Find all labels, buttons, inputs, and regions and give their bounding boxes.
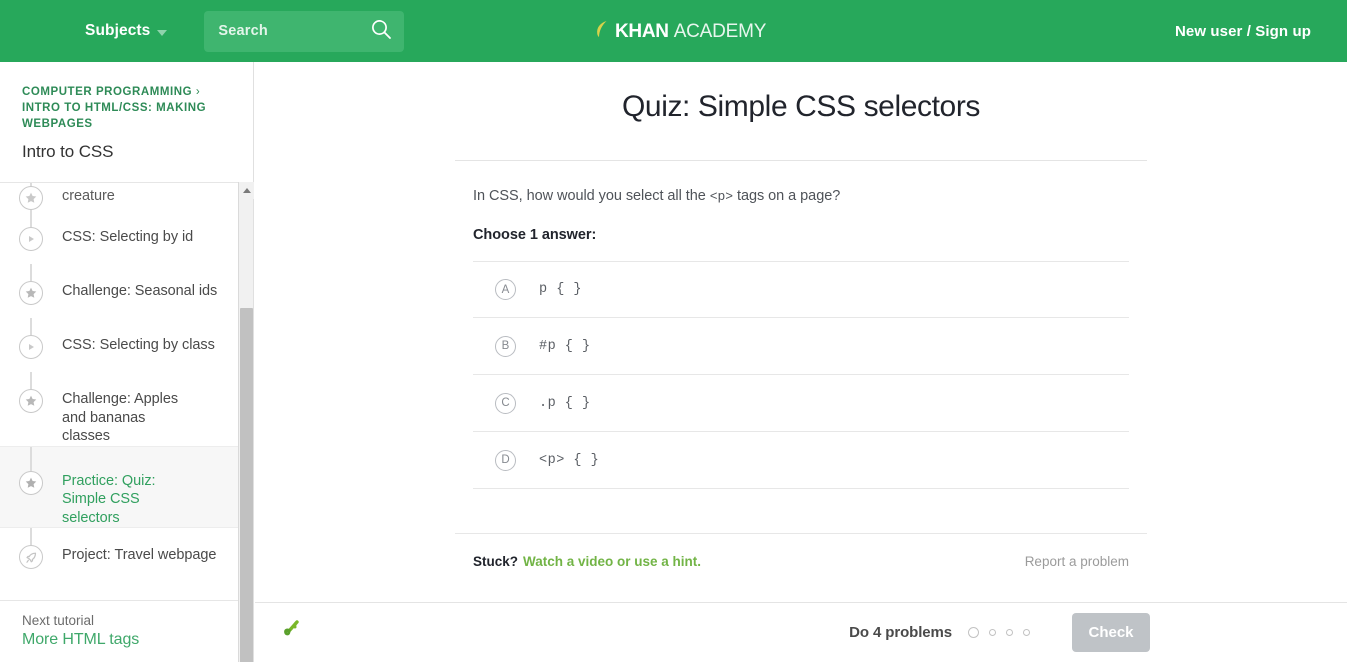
choice-text: <p> { } (539, 452, 600, 468)
breadcrumb[interactable]: COMPUTER PROGRAMMING › INTRO TO HTML/CSS… (0, 62, 253, 132)
sidebar-item-creature[interactable]: creature (0, 183, 239, 210)
choice-text: #p { } (539, 338, 591, 354)
answer-choice-d[interactable]: D <p> { } (473, 432, 1129, 489)
check-button[interactable]: Check (1072, 613, 1150, 652)
sidebar-item-label: Project: Travel webpage (62, 547, 217, 563)
logo-academy-text: ACADEMY (673, 20, 767, 42)
title-divider (455, 160, 1147, 161)
breadcrumb-child[interactable]: INTRO TO HTML/CSS: MAKING WEBPAGES (22, 102, 206, 130)
subjects-menu-button[interactable]: Subjects (85, 22, 168, 40)
subjects-label: Subjects (85, 22, 151, 39)
choice-text: p { } (539, 282, 583, 297)
answer-choice-a[interactable]: A p { } (473, 261, 1129, 318)
choice-letter-badge: D (495, 449, 516, 471)
sidebar-scrollbar[interactable] (238, 182, 254, 662)
star-icon (19, 389, 43, 413)
progress-dot-2[interactable] (989, 629, 996, 636)
problem-progress-dots (968, 627, 1030, 638)
search-placeholder: Search (218, 23, 268, 39)
sidebar-nav-list: creature CSS: Selecting by id Challenge:… (0, 183, 239, 607)
answer-choices-list: A p { } B #p { } C .p { } D <p> { } (455, 261, 1147, 489)
question-suffix: tags on a page? (733, 188, 841, 204)
sidebar-item-css-selecting-by-id[interactable]: CSS: Selecting by id (0, 210, 239, 264)
sidebar-footer: Next tutorial More HTML tags (0, 600, 239, 662)
page-title: Quiz: Simple CSS selectors (621, 90, 981, 123)
sidebar-item-challenge-seasonal-ids[interactable]: Challenge: Seasonal ids (0, 264, 239, 318)
sidebar-item-label: Challenge: Seasonal ids (62, 283, 218, 299)
question-area: In CSS, how would you select all the <p>… (455, 188, 1147, 489)
answer-choice-c[interactable]: C .p { } (473, 375, 1129, 432)
signup-link[interactable]: New user / Sign up (1175, 23, 1311, 40)
logo-khan-text: KHAN (615, 20, 669, 42)
watch-video-hint-link[interactable]: Watch a video or use a hint. (523, 554, 701, 569)
choice-text: .p { } (539, 395, 591, 411)
choice-letter-badge: C (495, 392, 516, 414)
nav-icon-column (0, 183, 62, 210)
sidebar-item-challenge-apples-and-bananas-classes[interactable]: Challenge: Apples and bananas classes (0, 372, 239, 446)
rocket-icon (19, 545, 43, 569)
progress-dot-1[interactable] (968, 627, 979, 638)
progress-group: Do 4 problems Check (849, 613, 1347, 652)
next-tutorial-link[interactable]: More HTML tags (22, 631, 239, 649)
answer-choice-b[interactable]: B #p { } (473, 318, 1129, 375)
tutorial-title: Intro to CSS (22, 142, 114, 161)
sidebar-nav-scroll-area: creature CSS: Selecting by id Challenge:… (0, 182, 254, 662)
search-input[interactable]: Search (204, 10, 405, 52)
question-code-tag: <p> (709, 189, 733, 204)
stuck-row: Stuck? Watch a video or use a hint. Repo… (455, 533, 1147, 569)
khan-academy-logo[interactable]: KHAN ACADEMY (595, 20, 766, 43)
nav-icon-column (0, 210, 62, 251)
question-prefix: In CSS, how would you select all the (473, 188, 710, 204)
sprout-icon (275, 613, 309, 652)
nav-icon-column (0, 318, 62, 359)
search-icon[interactable] (370, 18, 392, 45)
chevron-down-icon (157, 29, 168, 36)
play-icon (19, 335, 43, 359)
star-icon (19, 470, 43, 495)
breadcrumb-parent[interactable]: COMPUTER PROGRAMMING (22, 86, 192, 98)
sidebar-item-label: CSS: Selecting by id (62, 229, 194, 245)
star-icon (19, 281, 43, 305)
choice-letter-badge: B (495, 335, 516, 357)
scrollbar-thumb[interactable] (240, 308, 253, 662)
sidebar: COMPUTER PROGRAMMING › INTRO TO HTML/CSS… (0, 62, 254, 662)
sidebar-item-label: creature (62, 188, 115, 204)
main-content: Quiz: Simple CSS selectors In CSS, how w… (255, 62, 1347, 602)
problems-count-label: Do 4 problems (849, 624, 952, 641)
scroll-up-arrow-icon[interactable] (239, 182, 254, 199)
choice-letter-badge: A (495, 279, 516, 300)
progress-dot-4[interactable] (1023, 629, 1030, 636)
breadcrumb-separator-icon: › (195, 86, 201, 98)
star-icon (19, 186, 43, 210)
nav-icon-column (0, 528, 62, 569)
sidebar-item-css-selecting-by-class[interactable]: CSS: Selecting by class (0, 318, 239, 372)
sidebar-item-practice-quiz-simple-css-selectors[interactable]: Practice: Quiz: Simple CSS selectors (0, 445, 239, 528)
choose-answer-label: Choose 1 answer: (473, 227, 597, 243)
progress-dot-3[interactable] (1006, 629, 1013, 636)
sidebar-item-project-travel-webpage[interactable]: Project: Travel webpage (0, 528, 239, 582)
leaf-icon (595, 20, 609, 43)
question-text: In CSS, how would you select all the <p>… (455, 188, 1147, 204)
report-problem-link[interactable]: Report a problem (1025, 554, 1129, 569)
nav-icon-column (0, 372, 62, 413)
sidebar-item-label: Challenge: Apples and bananas classes (62, 391, 179, 444)
nav-icon-column (0, 264, 62, 305)
play-icon (19, 227, 43, 251)
next-tutorial-label: Next tutorial (22, 613, 95, 628)
sidebar-item-label: Practice: Quiz: Simple CSS selectors (62, 472, 156, 526)
sidebar-item-label: CSS: Selecting by class (62, 337, 215, 353)
bottom-bar: Do 4 problems Check (255, 602, 1347, 662)
nav-icon-column (0, 446, 62, 495)
site-header: Subjects Search KHAN ACADEMY New user / … (0, 0, 1347, 62)
stuck-label: Stuck? (473, 554, 519, 569)
